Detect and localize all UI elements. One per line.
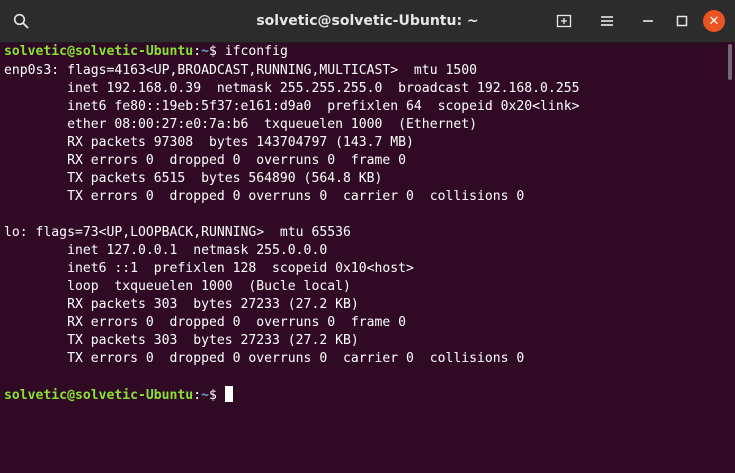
prompt-separator: : <box>193 388 202 403</box>
output-line: RX packets 97308 bytes 143704797 (143.7 … <box>4 135 414 150</box>
scrollbar-thumb[interactable] <box>728 44 732 80</box>
prompt-line: solvetic@solvetic-Ubuntu:~$ ifconfig <box>0 43 722 61</box>
minimize-button[interactable] <box>633 7 663 35</box>
prompt-separator: : <box>193 44 202 59</box>
output-line: lo: flags=73<UP,LOOPBACK,RUNNING> mtu 65… <box>4 225 351 240</box>
minimize-icon <box>643 20 653 22</box>
output-line: TX packets 303 bytes 27233 (27.2 KB) <box>4 333 359 348</box>
prompt-symbol: $ <box>208 388 225 403</box>
search-button[interactable] <box>6 7 36 35</box>
prompt-symbol: $ <box>208 44 225 59</box>
maximize-icon <box>676 15 688 27</box>
output-line: enp0s3: flags=4163<UP,BROADCAST,RUNNING,… <box>4 63 477 78</box>
terminal-window: solvetic@solvetic-Ubuntu: ~ ✕ solvetic@s… <box>0 0 735 473</box>
output-line: inet6 fe80::19eb:5f37:e161:d9a0 prefixle… <box>4 99 580 114</box>
close-button[interactable]: ✕ <box>703 10 725 32</box>
close-icon: ✕ <box>708 13 720 29</box>
output-line: loop txqueuelen 1000 (Bucle local) <box>4 279 351 294</box>
output-line: inet6 ::1 prefixlen 128 scopeid 0x10<hos… <box>4 261 414 276</box>
prompt-user-host: solvetic@solvetic-Ubuntu <box>4 44 194 59</box>
prompt-path: ~ <box>201 44 209 59</box>
output-line: TX packets 6515 bytes 564890 (564.8 KB) <box>4 171 383 186</box>
prompt-path: ~ <box>201 388 209 403</box>
output-line: RX packets 303 bytes 27233 (27.2 KB) <box>4 297 359 312</box>
output-line: TX errors 0 dropped 0 overruns 0 carrier… <box>4 351 525 366</box>
hamburger-menu-icon <box>601 16 613 26</box>
output-line: inet 127.0.0.1 netmask 255.0.0.0 <box>4 243 328 258</box>
window-title: solvetic@solvetic-Ubuntu: ~ <box>256 13 479 29</box>
search-icon <box>13 13 29 29</box>
output-line: RX errors 0 dropped 0 overruns 0 frame 0 <box>4 315 407 330</box>
terminal-output-area[interactable]: solvetic@solvetic-Ubuntu:~$ ifconfig enp… <box>0 42 722 473</box>
output-line: inet 192.168.0.39 netmask 255.255.255.0 … <box>4 81 580 96</box>
maximize-button[interactable] <box>667 7 697 35</box>
command-output: enp0s3: flags=4163<UP,BROADCAST,RUNNING,… <box>0 62 722 386</box>
new-tab-button[interactable] <box>549 7 579 35</box>
scrollbar[interactable] <box>723 42 735 473</box>
prompt-user-host: solvetic@solvetic-Ubuntu <box>4 388 194 403</box>
text-cursor <box>224 386 233 402</box>
menu-button[interactable] <box>592 7 622 35</box>
title-bar[interactable]: solvetic@solvetic-Ubuntu: ~ ✕ <box>0 0 735 43</box>
new-tab-icon <box>556 14 572 28</box>
output-line: ether 08:00:27:e0:7a:b6 txqueuelen 1000 … <box>4 117 477 132</box>
output-line: RX errors 0 dropped 0 overruns 0 frame 0 <box>4 153 407 168</box>
output-line: TX errors 0 dropped 0 overruns 0 carrier… <box>4 189 525 204</box>
command-text: ifconfig <box>224 44 288 59</box>
active-prompt-line[interactable]: solvetic@solvetic-Ubuntu:~$ <box>0 386 722 404</box>
